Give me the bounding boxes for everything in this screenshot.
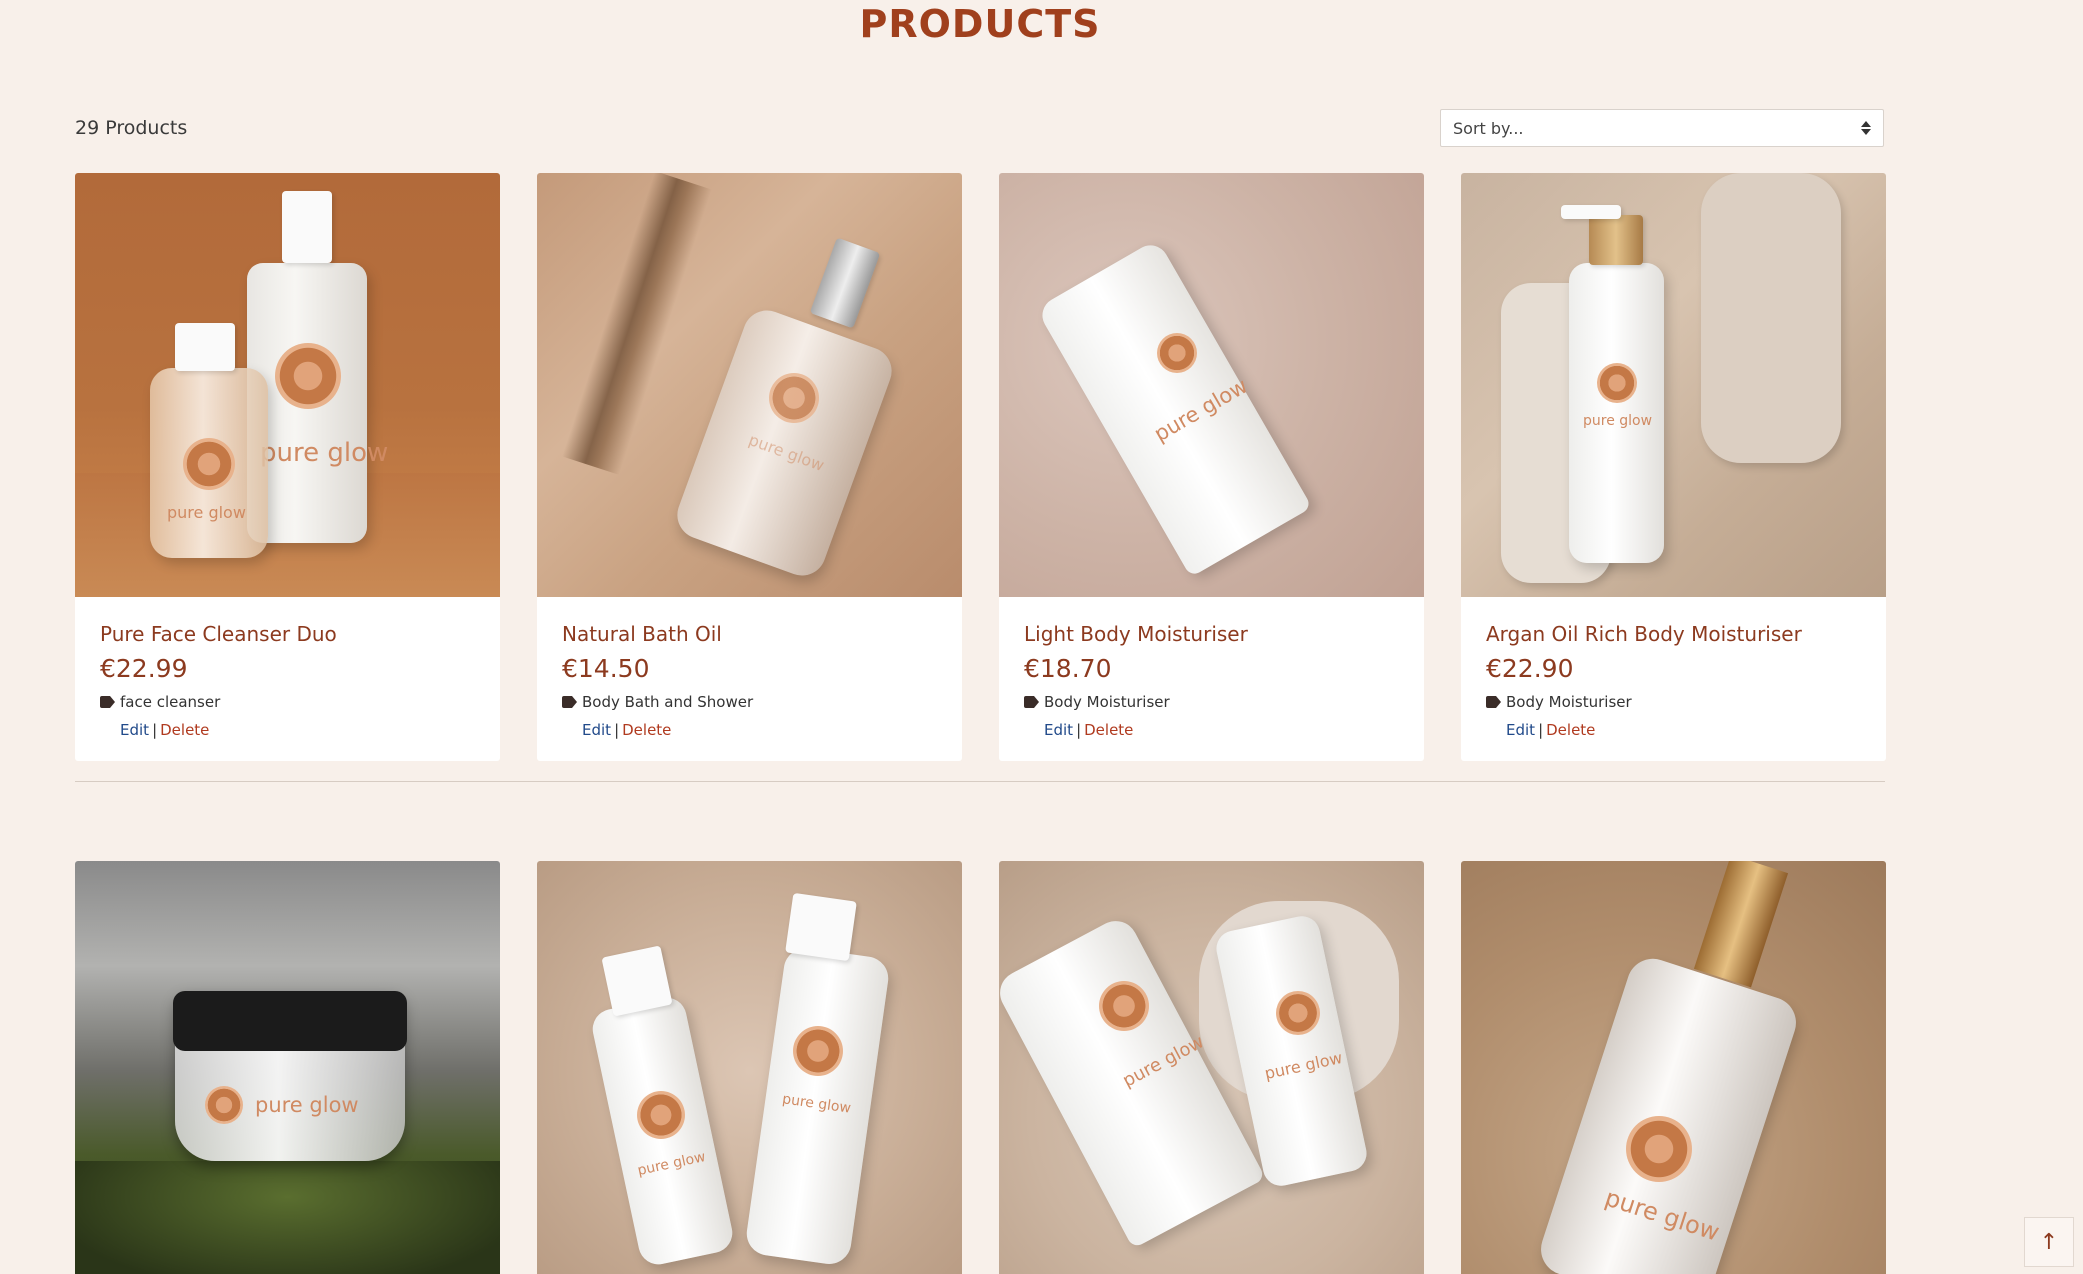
actions-separator: | — [1076, 721, 1082, 739]
product-image[interactable]: pure glow pure glow — [999, 861, 1424, 1274]
delete-link[interactable]: Delete — [622, 721, 671, 739]
edit-link[interactable]: Edit — [582, 721, 611, 739]
product-logo-text: pure glow — [167, 503, 246, 522]
tag-icon — [562, 696, 577, 708]
product-card: pure glow pure glow Pure Face Cleanser D… — [75, 173, 500, 761]
product-category[interactable]: Body Moisturiser — [1024, 693, 1399, 711]
brand-logo-icon — [1276, 991, 1320, 1035]
brand-logo-icon — [1157, 333, 1197, 373]
edit-link[interactable]: Edit — [1506, 721, 1535, 739]
product-category-label: face cleanser — [120, 693, 221, 711]
sort-select[interactable]: Sort by... — [1440, 109, 1884, 147]
actions-separator: | — [614, 721, 620, 739]
product-card: pure glow pure glow — [537, 861, 962, 1274]
brand-logo-icon — [793, 1026, 843, 1076]
product-price: €14.50 — [562, 654, 650, 683]
product-actions: Edit | Delete — [1506, 721, 1861, 739]
product-actions: Edit | Delete — [120, 721, 475, 739]
select-arrows-icon — [1861, 121, 1871, 135]
product-name[interactable]: Natural Bath Oil — [562, 622, 937, 646]
product-logo-text: pure glow — [260, 438, 389, 468]
product-image[interactable]: pure glow — [1461, 173, 1886, 597]
product-image[interactable]: pure glow — [537, 173, 962, 597]
product-category[interactable]: Body Bath and Shower — [562, 693, 937, 711]
edit-link[interactable]: Edit — [120, 721, 149, 739]
product-category[interactable]: face cleanser — [100, 693, 475, 711]
product-card: pure glow — [1461, 861, 1886, 1274]
brand-logo-icon — [1099, 981, 1149, 1031]
arrow-up-icon: ↑ — [2039, 1229, 2059, 1255]
product-name[interactable]: Argan Oil Rich Body Moisturiser — [1486, 622, 1861, 646]
product-image[interactable]: pure glow pure glow — [537, 861, 962, 1274]
brand-logo-icon — [183, 438, 235, 490]
tag-icon — [1024, 696, 1039, 708]
product-actions: Edit | Delete — [1044, 721, 1399, 739]
brand-logo-icon — [205, 1086, 243, 1124]
product-category-label: Body Moisturiser — [1044, 693, 1170, 711]
product-logo-text: pure glow — [1583, 413, 1653, 429]
delete-link[interactable]: Delete — [1084, 721, 1133, 739]
delete-link[interactable]: Delete — [1546, 721, 1595, 739]
product-category[interactable]: Body Moisturiser — [1486, 693, 1861, 711]
product-image[interactable]: pure glow pure glow — [75, 173, 500, 597]
brand-logo-icon — [275, 343, 341, 409]
product-card: pure glow — [75, 861, 500, 1274]
sort-select-label: Sort by... — [1453, 118, 1524, 138]
delete-link[interactable]: Delete — [160, 721, 209, 739]
brand-logo-icon — [769, 373, 819, 423]
tag-icon — [100, 696, 115, 708]
actions-separator: | — [152, 721, 158, 739]
row-divider — [75, 781, 1885, 782]
product-name[interactable]: Light Body Moisturiser — [1024, 622, 1399, 646]
product-card: pure glow Argan Oil Rich Body Moisturise… — [1461, 173, 1886, 761]
product-actions: Edit | Delete — [582, 721, 937, 739]
product-card: pure glow pure glow — [999, 861, 1424, 1274]
product-price: €22.99 — [100, 654, 188, 683]
product-card: pure glow Light Body Moisturiser €18.70 … — [999, 173, 1424, 761]
brand-logo-icon — [637, 1091, 685, 1139]
page-title: PRODUCTS — [859, 2, 1101, 46]
product-category-label: Body Moisturiser — [1506, 693, 1632, 711]
product-image[interactable]: pure glow — [75, 861, 500, 1274]
edit-link[interactable]: Edit — [1044, 721, 1073, 739]
product-price: €18.70 — [1024, 654, 1112, 683]
product-image[interactable]: pure glow — [1461, 861, 1886, 1274]
brand-logo-icon — [1597, 363, 1637, 403]
product-price: €22.90 — [1486, 654, 1574, 683]
brand-logo-icon — [1626, 1116, 1692, 1182]
product-name[interactable]: Pure Face Cleanser Duo — [100, 622, 475, 646]
product-category-label: Body Bath and Shower — [582, 693, 754, 711]
product-count: 29 Products — [75, 117, 188, 139]
scroll-to-top-button[interactable]: ↑ — [2024, 1217, 2074, 1267]
actions-separator: | — [1538, 721, 1544, 739]
product-logo-text: pure glow — [255, 1093, 359, 1117]
product-image[interactable]: pure glow — [999, 173, 1424, 597]
tag-icon — [1486, 696, 1501, 708]
product-card: pure glow Natural Bath Oil €14.50 Body B… — [537, 173, 962, 761]
